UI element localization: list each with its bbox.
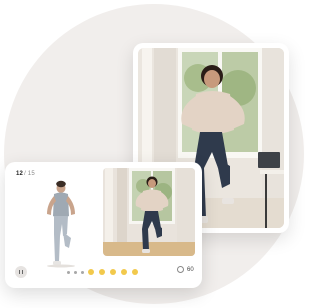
timer-icon (177, 266, 184, 273)
progress-dot-upcoming (132, 269, 138, 275)
timer-value: 60 (187, 266, 194, 273)
pause-icon-bar (21, 270, 23, 274)
exercise-demo-figure (23, 174, 101, 270)
live-camera-photo (103, 168, 195, 256)
progress-dot-upcoming (88, 269, 94, 275)
progress-dot-done (67, 270, 70, 274)
exercise-progress-dots (67, 269, 143, 275)
exercise-timer: 60 (177, 266, 194, 273)
pause-button[interactable] (15, 266, 27, 278)
progress-dot-done (74, 270, 77, 274)
progress-dot-done (81, 270, 84, 274)
progress-dot-upcoming (121, 269, 127, 275)
progress-dot-upcoming (99, 269, 105, 275)
pause-icon (19, 270, 21, 274)
workout-player-card: 12/ 15 60 (5, 162, 202, 288)
progress-dot-upcoming (110, 269, 116, 275)
